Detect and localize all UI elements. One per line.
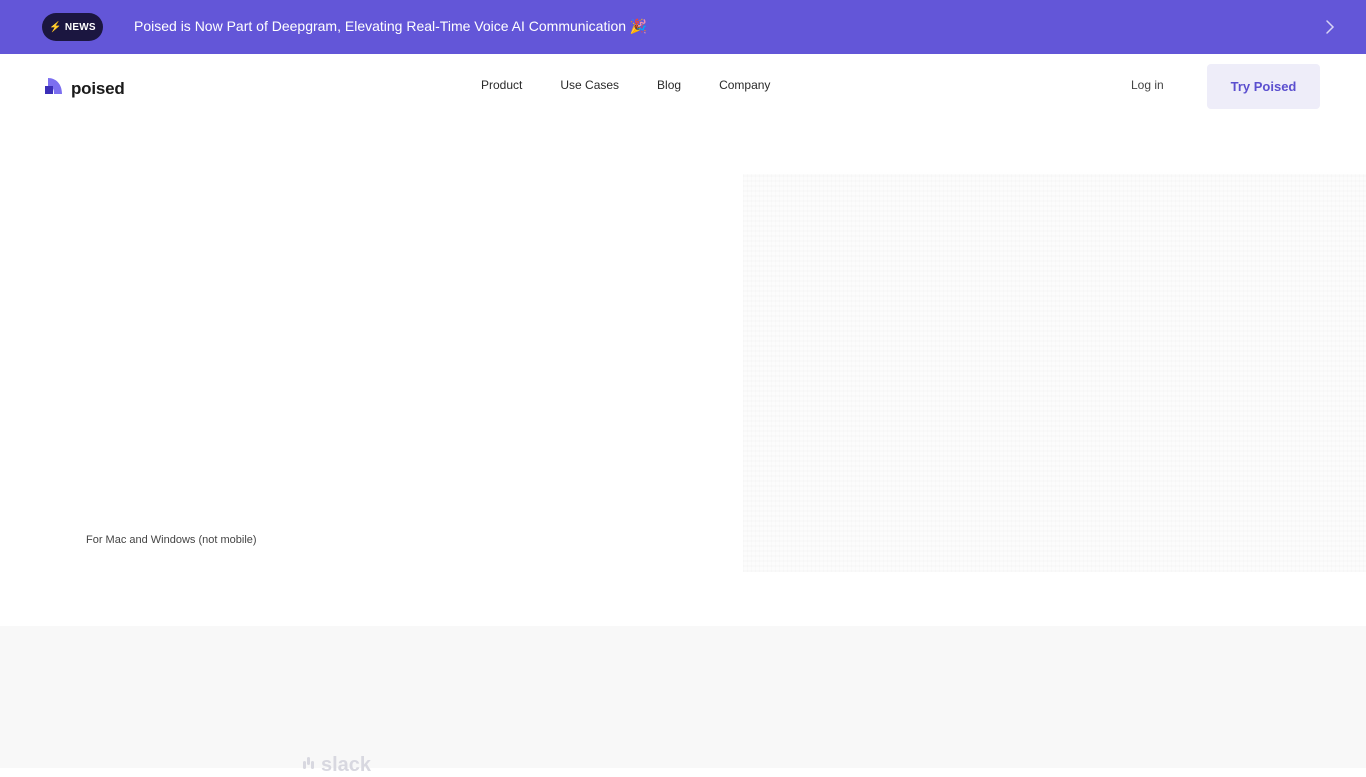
nav-item-blog[interactable]: Blog (657, 78, 681, 92)
nav-item-company[interactable]: Company (719, 78, 770, 92)
slack-icon (301, 754, 317, 777)
poised-logo-icon (44, 76, 64, 101)
site-header: poised Product Use Cases Blog Company Lo… (0, 54, 1366, 118)
login-link[interactable]: Log in (1131, 78, 1164, 92)
news-badge-label: NEWS (64, 21, 96, 33)
logo-text: poised (71, 78, 125, 98)
chevron-right-icon[interactable] (1322, 16, 1338, 38)
news-badge: ⚡ NEWS (42, 13, 103, 41)
slack-logo-text: slack (321, 754, 372, 776)
platform-note: For Mac and Windows (not mobile) (86, 534, 257, 546)
hero-visual (743, 174, 1366, 572)
announcement-text[interactable]: Poised is Now Part of Deepgram, Elevatin… (134, 18, 647, 35)
announcement-bar[interactable]: ⚡ NEWS Poised is Now Part of Deepgram, E… (0, 0, 1366, 54)
main-nav: Product Use Cases Blog Company (481, 78, 770, 92)
logo[interactable]: poised (44, 76, 125, 101)
try-poised-button[interactable]: Try Poised (1207, 64, 1320, 109)
nav-item-use-cases[interactable]: Use Cases (560, 78, 619, 92)
logos-band: slack (0, 626, 1366, 776)
nav-item-product[interactable]: Product (481, 78, 522, 92)
slack-logo: slack (301, 754, 371, 777)
lightning-icon: ⚡ (49, 21, 62, 33)
